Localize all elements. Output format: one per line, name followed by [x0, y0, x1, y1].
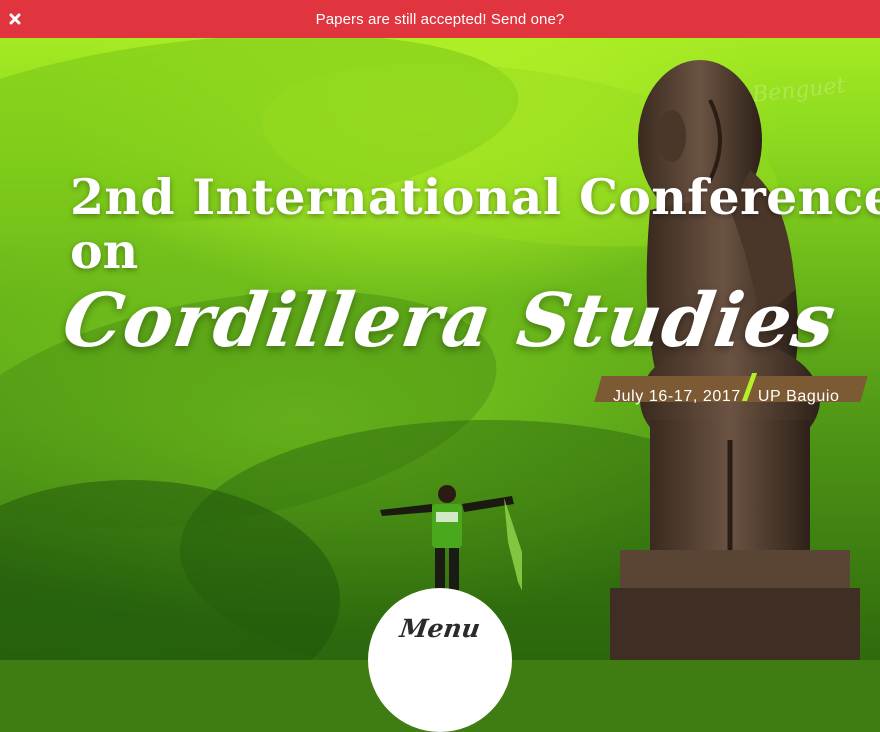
conference-title-connector: on [70, 222, 139, 280]
close-icon [9, 13, 21, 25]
event-venue: UP Baguio [757, 387, 840, 405]
slash-divider [741, 372, 758, 401]
menu-label: Menu [397, 614, 483, 643]
notice-link[interactable]: Papers are still accepted! Send one? [316, 11, 565, 28]
notification-bar: Papers are still accepted! Send one? [0, 0, 880, 38]
conference-subject-title: Cordillera Studies [57, 278, 842, 364]
menu-button[interactable]: Menu [368, 588, 512, 732]
close-notice-button[interactable] [6, 10, 24, 28]
event-date: July 16-17, 2017 [613, 387, 741, 405]
conference-title: 2nd International Conference [70, 168, 880, 226]
date-venue-badge: July 16-17, 2017 UP Baguio [594, 372, 868, 405]
badge-content: July 16-17, 2017 UP Baguio [598, 372, 840, 406]
